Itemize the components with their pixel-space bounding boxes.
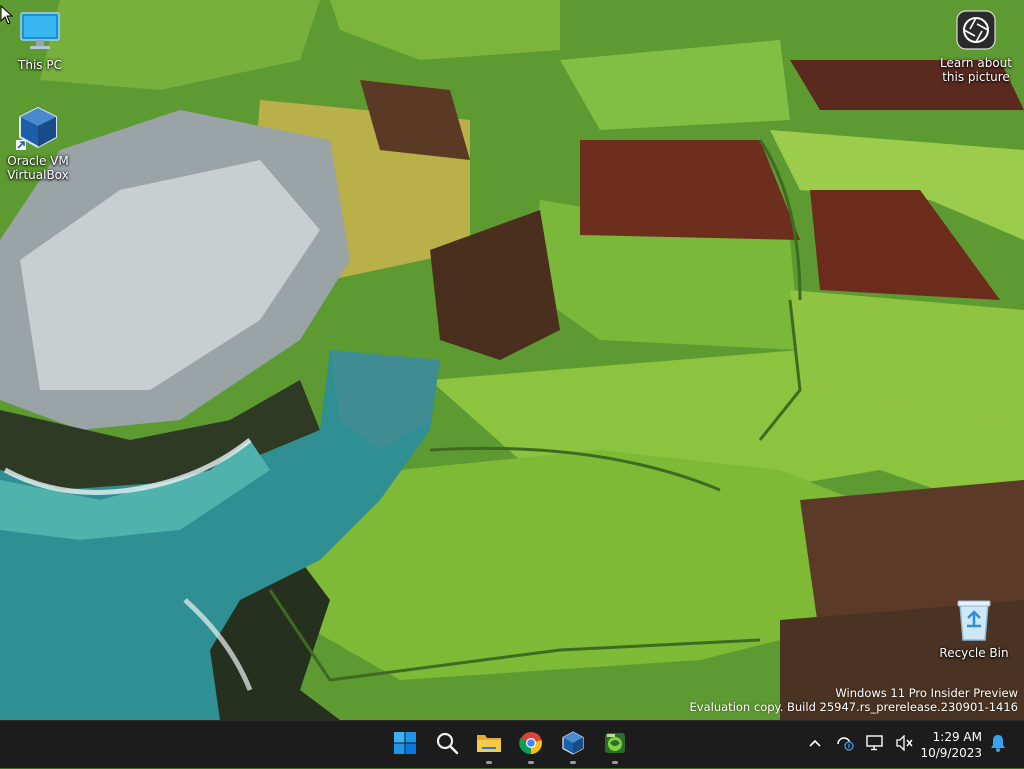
desktop-icon-label: This PC [18,58,62,72]
search-button[interactable] [427,725,467,765]
learn-label-line2: this picture [942,70,1010,84]
running-indicator [486,761,492,764]
mouse-cursor-icon [0,4,14,25]
search-icon [435,731,459,759]
desktop-icon-label: Recycle Bin [939,646,1009,660]
clock-time: 1:29 AM [932,730,982,744]
network-status-button[interactable] [830,725,860,765]
display-button[interactable] [860,725,890,765]
build-watermark: Windows 11 Pro Insider Preview Evaluatio… [690,686,1018,714]
camera-icon [956,10,996,50]
start-button[interactable] [385,725,425,765]
desktop-icon-label: Oracle VM VirtualBox [7,154,69,182]
windows-logo-icon [393,731,417,759]
watermark-line1: Windows 11 Pro Insider Preview [835,686,1018,700]
file-explorer-button[interactable] [469,725,509,765]
display-icon [866,735,884,755]
learn-about-this-picture[interactable]: Learn about this picture [938,8,1014,84]
running-indicator [570,761,576,764]
chrome-button[interactable] [511,725,551,765]
monitor-icon [16,8,64,56]
chrome-icon [519,731,543,759]
running-indicator [612,761,618,764]
desktop-icon-virtualbox[interactable]: Oracle VM VirtualBox [0,104,76,182]
clock-date: 10/9/2023 [920,746,982,760]
taskbar: 1:29 AM 10/9/2023 [0,720,1024,768]
desktop-wallpaper [0,0,1024,720]
watermark-line2: Evaluation copy. Build 25947.rs_prerelea… [689,700,1018,714]
chevron-up-icon [808,736,822,755]
app-icon [603,731,627,759]
clock[interactable]: 1:29 AM 10/9/2023 [912,729,982,761]
virtualbox-icon [14,104,62,152]
desktop-icon-recycle-bin[interactable]: Recycle Bin [936,596,1012,660]
running-indicator [528,761,534,764]
system-tray [800,721,920,769]
taskbar-pinned-apps [384,721,636,769]
virtualbox-icon [561,731,585,759]
network-icon [836,735,854,755]
virtualbox-taskbar-button[interactable] [553,725,593,765]
notifications-button[interactable] [984,731,1012,759]
bell-icon [990,734,1006,756]
app-taskbar-button[interactable] [595,725,635,765]
learn-label-line1: Learn about [940,56,1012,70]
recycle-bin-icon [950,596,998,644]
show-hidden-icons-button[interactable] [800,725,830,765]
folder-icon [476,731,502,759]
